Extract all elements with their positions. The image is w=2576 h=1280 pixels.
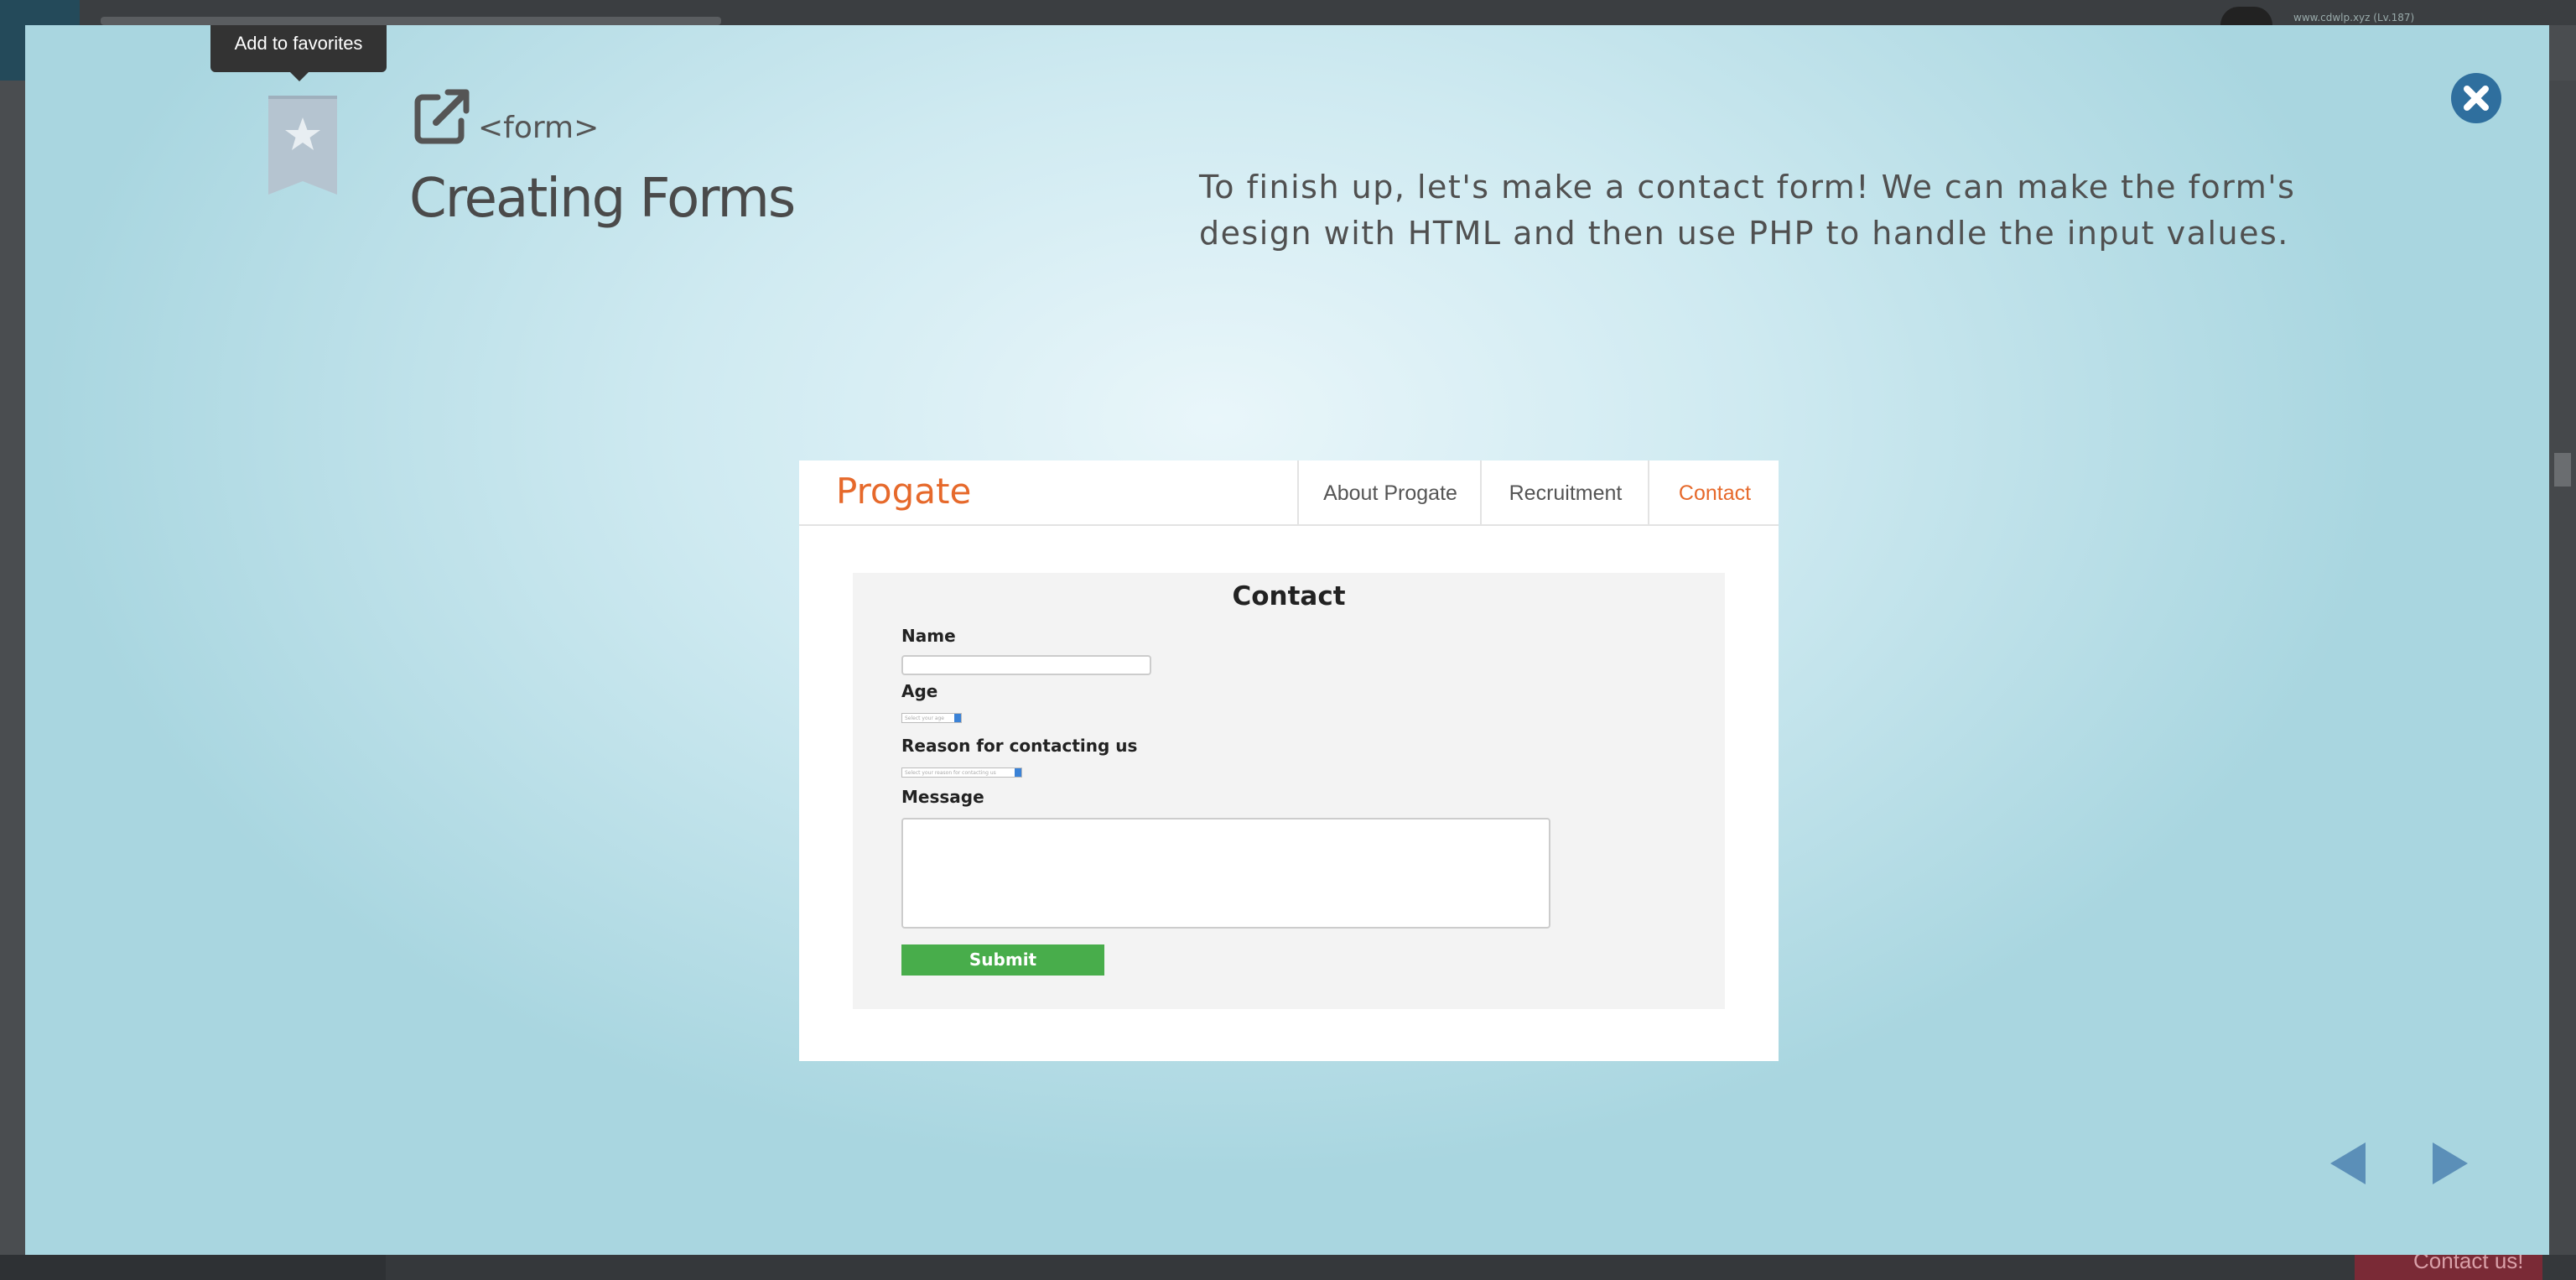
slide-image: Progate About Progate Recruitment Contac… <box>799 460 1779 1061</box>
reason-select-placeholder: Select your reason for contacting us <box>905 770 996 776</box>
star-bookmark-icon <box>268 96 337 195</box>
age-select-placeholder: Select your age <box>905 715 944 721</box>
prev-arrow-icon <box>2330 1142 2366 1184</box>
background-user-text: www.cdwlp.xyz (Lv.187) <box>2293 12 2415 23</box>
age-label: Age <box>901 681 938 701</box>
contact-form-title: Contact <box>1232 581 1346 611</box>
slide-header: Progate About Progate Recruitment Contac… <box>799 460 1779 526</box>
next-slide-button[interactable] <box>2429 1139 2471 1188</box>
message-field-preview <box>901 818 1550 929</box>
slide-nav-contact: Contact <box>1648 460 1780 526</box>
name-field-preview <box>901 655 1151 675</box>
background-bottom-left <box>0 1255 386 1280</box>
prev-slide-button[interactable] <box>2327 1139 2369 1188</box>
background-avatar <box>2220 7 2272 25</box>
external-link-icon[interactable] <box>413 89 471 146</box>
slide-modal: Add to favorites <form> Creating Forms T… <box>25 25 2549 1255</box>
chevron-down-icon <box>954 714 961 722</box>
background-scrollbar <box>2549 81 2576 1255</box>
lesson-tag: <form> <box>478 111 600 145</box>
slide-nav-recruitment: Recruitment <box>1480 460 1649 526</box>
chevron-down-icon <box>1015 768 1021 777</box>
reason-label: Reason for contacting us <box>901 736 1138 756</box>
submit-button-preview: Submit <box>901 944 1104 976</box>
reason-select-preview: Select your reason for contacting us <box>901 767 1022 778</box>
background-search-bar <box>101 17 721 25</box>
background-bottom-bar <box>0 1255 2576 1280</box>
close-icon <box>2451 73 2501 123</box>
next-arrow-icon <box>2433 1142 2468 1184</box>
close-button[interactable] <box>2450 72 2502 124</box>
name-label: Name <box>901 626 956 646</box>
contact-form-panel: Contact Name Age Select your age Reason … <box>853 573 1725 1009</box>
favorites-tooltip: Add to favorites <box>210 25 387 81</box>
slide-nav-about: About Progate <box>1297 460 1482 526</box>
lesson-title: Creating Forms <box>409 168 796 230</box>
background-scroll-thumb <box>2554 453 2571 487</box>
favorite-bookmark-button[interactable] <box>268 96 337 195</box>
slide-brand: Progate <box>836 471 972 512</box>
message-label: Message <box>901 787 984 807</box>
age-select-preview: Select your age <box>901 713 962 723</box>
lesson-description: To finish up, let's make a contact form!… <box>1199 169 2296 252</box>
